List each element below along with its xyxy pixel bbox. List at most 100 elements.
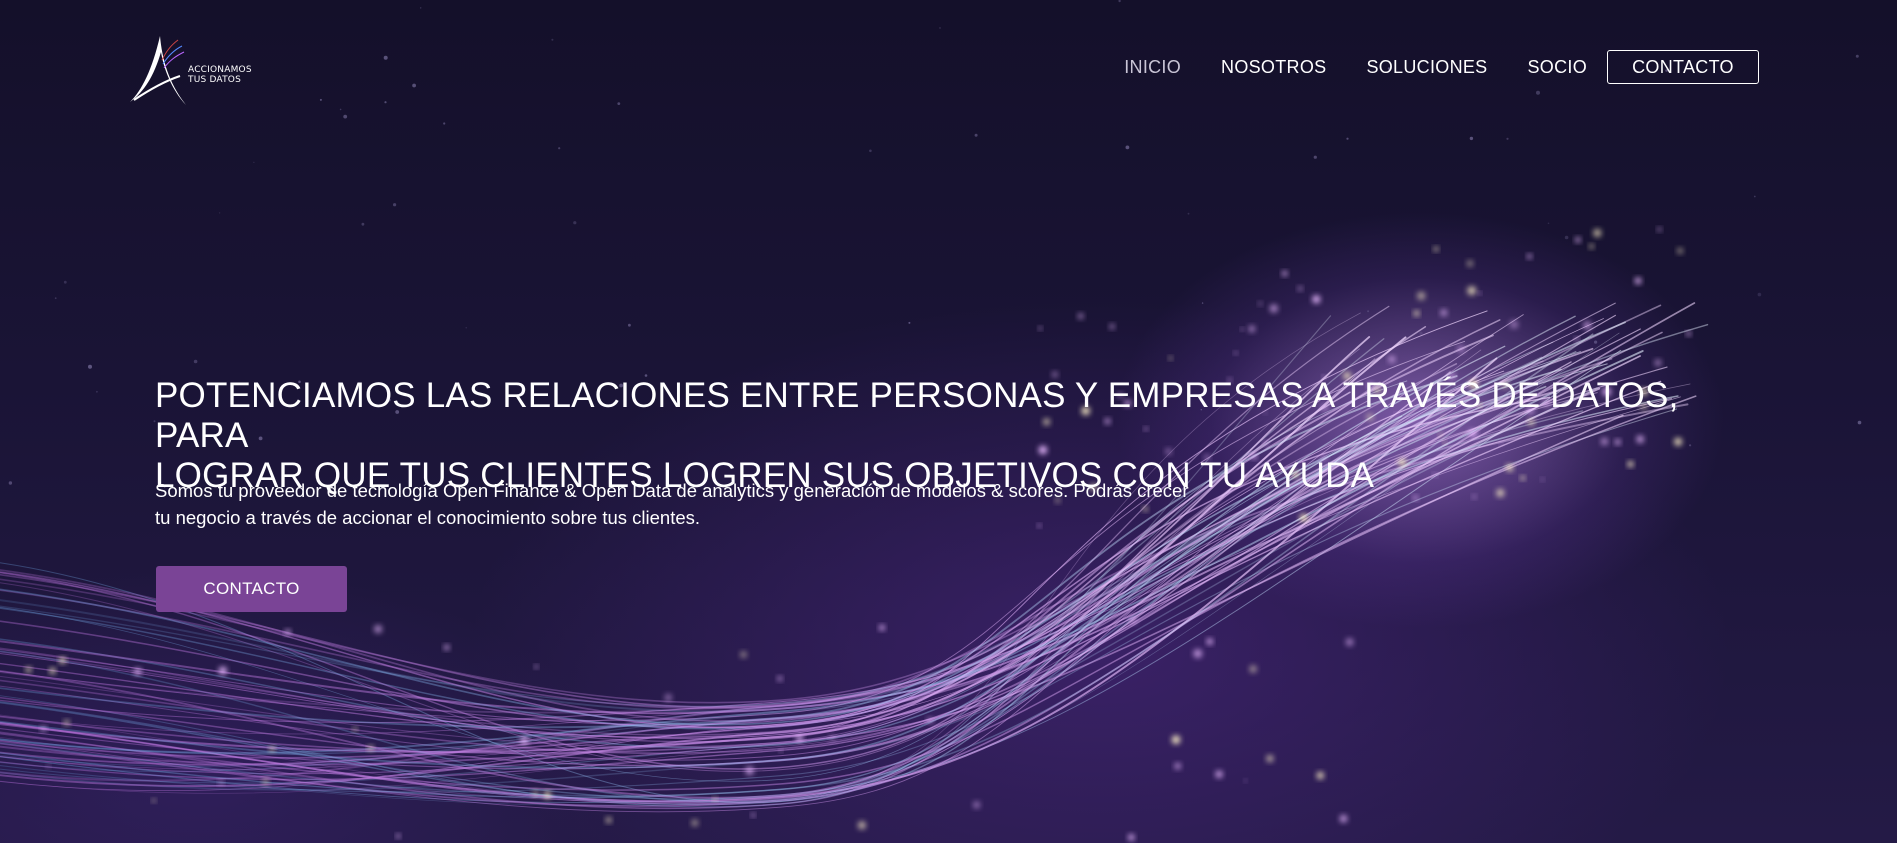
light-sparkle	[1654, 359, 1662, 367]
light-sparkle	[1128, 834, 1135, 841]
background-star	[1313, 155, 1317, 159]
background-star	[628, 323, 631, 327]
light-sparkle	[40, 726, 47, 732]
light-sparkle	[777, 676, 783, 682]
light-sparkle	[1038, 326, 1042, 331]
light-sparkle	[1215, 770, 1223, 778]
light-sparkle	[1413, 495, 1418, 501]
light-sparkle	[745, 766, 754, 775]
hero-contact-button[interactable]: CONTACTO	[156, 566, 347, 612]
background-star	[908, 321, 911, 324]
background-star	[383, 55, 388, 60]
background-star	[1187, 212, 1190, 215]
light-sparkle	[1574, 337, 1579, 342]
brand-logo-line1: ACCIONAMOS	[188, 65, 252, 75]
brand-logo[interactable]: ACCIONAMOS TUS DATOS	[128, 30, 268, 108]
background-star	[253, 161, 255, 163]
light-sparkle	[713, 797, 717, 801]
light-sparkle	[1686, 331, 1691, 336]
light-sparkle	[1244, 779, 1247, 783]
light-sparkle	[857, 821, 866, 830]
light-sparkle	[1583, 321, 1592, 330]
background-star	[339, 108, 342, 111]
light-sparkle	[927, 717, 934, 724]
nav-item-nosotros[interactable]: NOSOTROS	[1221, 57, 1326, 78]
light-sparkle	[151, 798, 156, 803]
background-star	[465, 327, 467, 329]
light-sparkle	[751, 813, 756, 818]
light-sparkle	[532, 790, 539, 797]
light-sparkle	[1234, 351, 1238, 355]
light-sparkle	[1598, 361, 1601, 365]
light-sparkle	[1168, 356, 1173, 361]
background-star	[412, 83, 416, 88]
light-sparkle	[1345, 638, 1354, 646]
background-star	[63, 280, 67, 284]
background-star	[558, 147, 561, 150]
light-sparkle	[1527, 254, 1532, 259]
light-sparkle	[49, 667, 56, 674]
light-sparkle	[1266, 755, 1274, 763]
light-sparkle	[973, 801, 981, 809]
background-star	[319, 98, 322, 101]
fiber-strand	[0, 302, 1616, 761]
light-sparkle	[1466, 260, 1474, 267]
background-star	[617, 102, 621, 105]
light-sparkle	[1249, 665, 1257, 673]
light-sparkle	[218, 780, 224, 785]
background-star	[1757, 292, 1762, 297]
background-star	[361, 222, 365, 226]
nav-item-inicio[interactable]: INICIO	[1124, 57, 1181, 78]
light-sparkle	[1248, 325, 1256, 333]
light-sparkle	[605, 817, 612, 823]
light-sparkle	[740, 651, 747, 658]
light-sparkle	[374, 625, 383, 634]
background-star	[1346, 137, 1349, 140]
background-star	[88, 364, 92, 369]
background-star	[420, 7, 422, 9]
light-sparkle	[262, 778, 269, 785]
main-nav: INICIO NOSOTROS SOLUCIONES SOCIO CONTACT…	[1124, 50, 1759, 84]
light-sparkle	[1299, 513, 1308, 522]
background-star	[1564, 235, 1569, 240]
light-sparkle	[25, 666, 32, 673]
hero-section: ACCIONAMOS TUS DATOS INICIO NOSOTROS SOL…	[0, 0, 1897, 843]
light-sparkle	[1312, 295, 1321, 304]
light-sparkle	[879, 624, 885, 631]
light-sparkle	[1206, 638, 1213, 645]
light-sparkle	[1388, 356, 1396, 363]
hero-subtext: Somos tu proveedor de tecnología Open Fi…	[155, 477, 1295, 531]
nav-item-socio[interactable]: SOCIO	[1527, 57, 1587, 78]
light-sparkle	[829, 734, 836, 741]
background-star	[1855, 54, 1859, 58]
background-star	[54, 297, 57, 300]
light-sparkle	[134, 668, 142, 676]
light-sparkle	[1129, 616, 1137, 624]
background-star	[939, 27, 941, 29]
background-star	[1594, 340, 1598, 344]
background-star	[1367, 310, 1370, 313]
background-star	[384, 101, 387, 104]
background-star	[393, 203, 397, 207]
light-sparkle	[1339, 814, 1348, 823]
background-star	[573, 221, 577, 225]
background-star	[1118, 0, 1121, 3]
light-sparkle	[353, 727, 358, 732]
light-sparkle	[664, 693, 672, 702]
light-sparkle	[779, 749, 783, 753]
light-sparkle	[691, 819, 699, 827]
background-star	[1536, 90, 1540, 95]
light-sparkle	[1193, 649, 1203, 658]
light-sparkle	[1240, 327, 1244, 331]
light-sparkle	[543, 791, 552, 799]
light-sparkle	[218, 666, 227, 675]
nav-item-soluciones[interactable]: SOLUCIONES	[1366, 57, 1487, 78]
background-star	[218, 212, 221, 214]
light-sparkle	[1677, 247, 1684, 254]
nav-contact-button[interactable]: CONTACTO	[1607, 50, 1759, 84]
background-star	[1506, 137, 1509, 140]
background-star	[974, 133, 978, 137]
light-sparkle	[534, 664, 539, 669]
light-sparkle	[796, 734, 804, 743]
light-sparkle	[1077, 313, 1084, 320]
